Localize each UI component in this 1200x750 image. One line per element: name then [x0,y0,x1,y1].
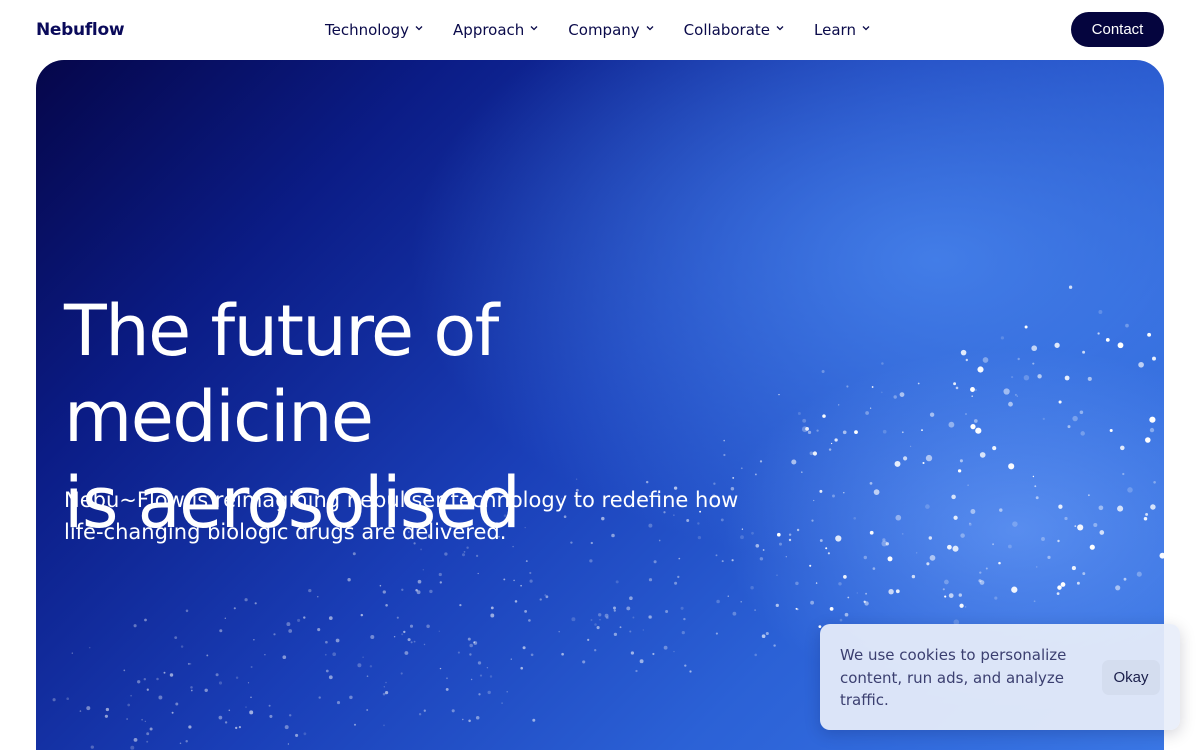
logo-wordmark: Nebuflow [36,20,125,40]
cookie-message: We use cookies to personalize content, r… [840,646,1067,709]
nebuflow-logo[interactable]: Nebuflow [36,18,125,42]
nav-item-label: Learn [814,21,856,39]
nav-item-company[interactable]: Company [553,0,668,60]
hero-title-line-1: The future of medicine [64,290,499,458]
nav-item-label: Technology [325,21,410,39]
site-header: Nebuflow Technology Approach Company Col… [0,0,1200,60]
hero-subtitle: Nebu~Flow is reimagining nebuliser techn… [64,488,739,544]
chevron-down-icon [415,26,423,31]
nav-item-label: Company [568,21,640,39]
nav-item-label: Approach [453,21,525,39]
chevron-down-icon [776,26,784,31]
nav-item-label: Collaborate [683,21,771,39]
cookie-okay-button[interactable]: Okay [1102,660,1160,695]
nav-item-technology[interactable]: Technology [310,0,438,60]
chevron-down-icon [530,26,538,31]
cookie-banner: We use cookies to personalize content, r… [820,624,1180,730]
nav-item-learn[interactable]: Learn [799,0,885,60]
contact-button[interactable]: Contact [1071,12,1164,47]
chevron-down-icon [862,26,870,31]
nav-item-approach[interactable]: Approach [438,0,553,60]
main-nav: Technology Approach Company Collaborate … [310,0,885,60]
nav-item-collaborate[interactable]: Collaborate [669,0,799,60]
chevron-down-icon [646,26,654,31]
